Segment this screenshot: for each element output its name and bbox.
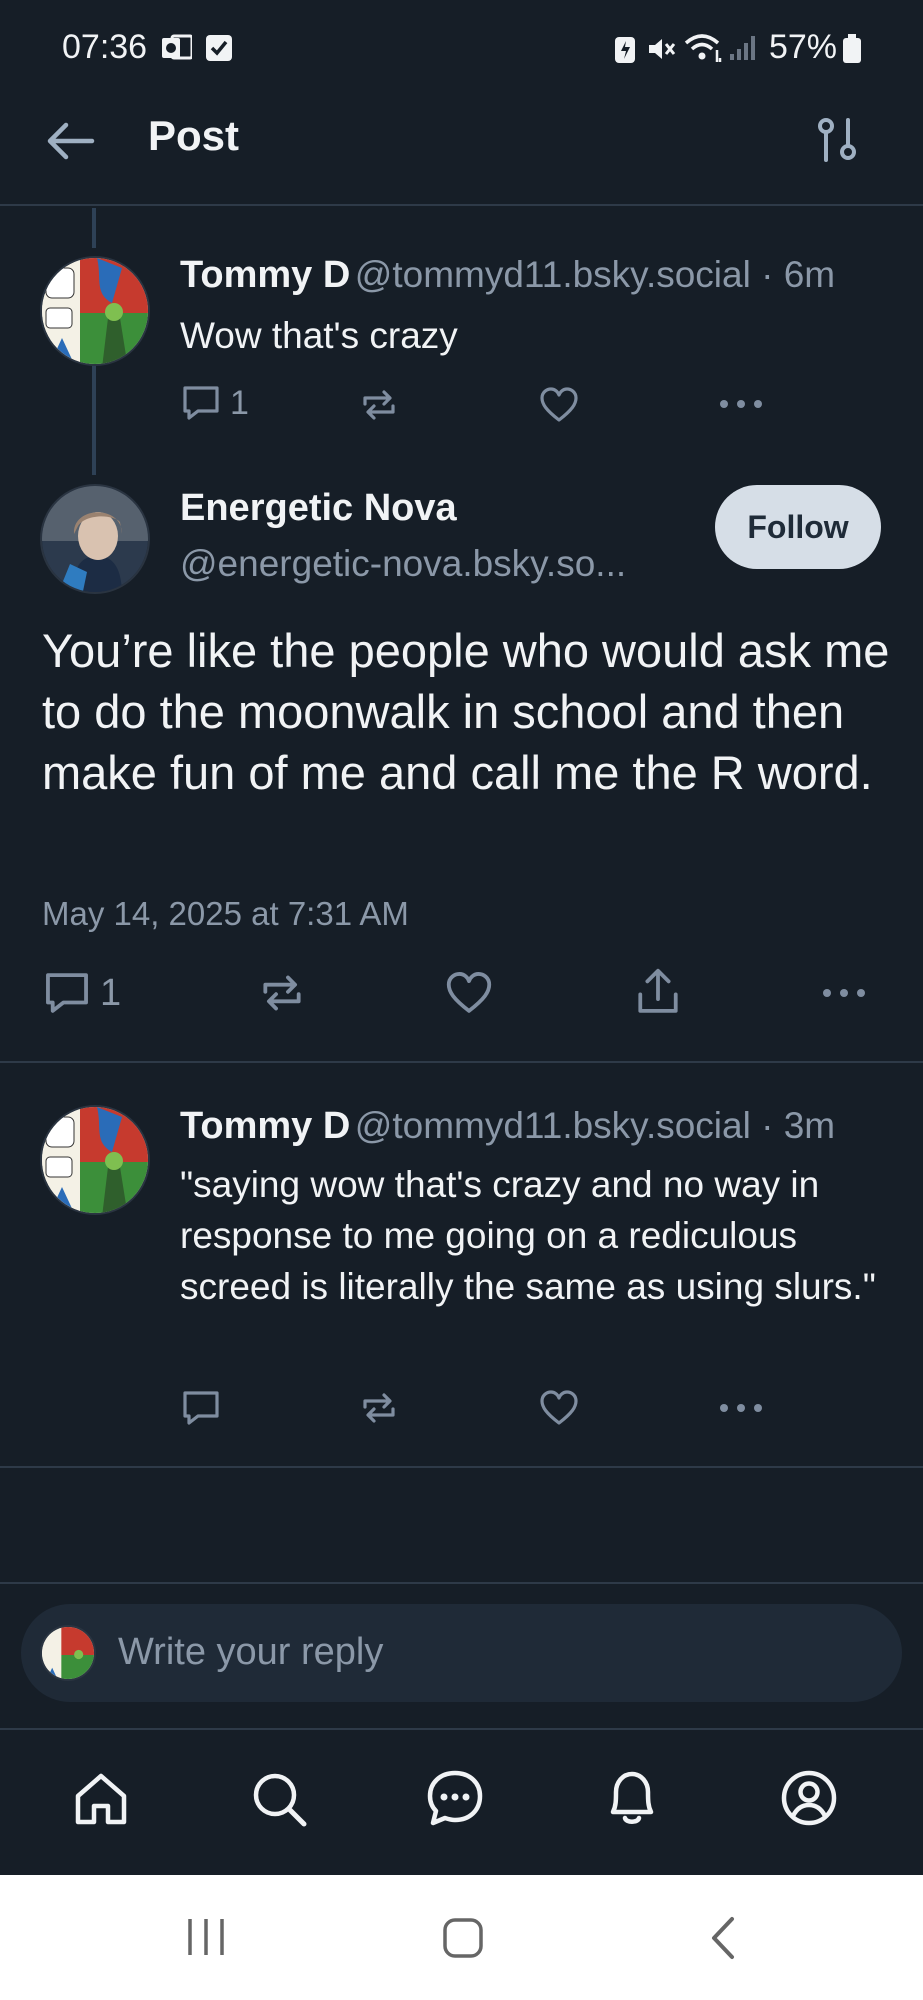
wifi-icon <box>684 32 724 64</box>
arrow-left-icon <box>47 122 95 160</box>
post-divider <box>0 1466 923 1468</box>
share-icon <box>638 968 678 1013</box>
author-name[interactable]: Tommy D <box>180 1105 350 1147</box>
repost-icon <box>263 975 301 1011</box>
author-handle: @energetic-nova.bsky.so... <box>180 543 627 584</box>
repost-button[interactable] <box>358 384 400 426</box>
system-nav-bar <box>0 1875 923 2000</box>
repost-icon <box>363 1393 395 1423</box>
author-handle: @tommyd11.bsky.social · 3m <box>354 1105 836 1146</box>
status-bar: 07:36 57% <box>0 0 923 95</box>
chevron-left-icon <box>712 1917 734 1959</box>
profile-icon <box>781 1770 837 1826</box>
more-options-button[interactable] <box>820 985 868 1001</box>
bell-icon <box>610 1771 654 1824</box>
author-handle: @tommyd11.bsky.social · 6m <box>354 254 836 295</box>
current-user-avatar <box>40 1625 96 1681</box>
comment-icon <box>183 1391 219 1425</box>
recent-apps-button[interactable] <box>185 1917 227 1957</box>
author-name[interactable]: Tommy D <box>180 254 350 296</box>
nav-search[interactable] <box>250 1770 308 1828</box>
reply-button[interactable]: 1 <box>180 382 249 426</box>
heart-icon <box>540 1390 578 1425</box>
post-text: Wow that's crazy <box>180 315 458 356</box>
post-parent[interactable]: Tommy D @tommyd11.bsky.social · 6m Wow t… <box>0 206 923 466</box>
author-name[interactable]: Energetic Nova <box>180 487 457 530</box>
heart-icon <box>540 387 578 422</box>
like-button[interactable] <box>444 968 494 1018</box>
home-icon <box>75 1773 127 1825</box>
comment-icon <box>46 973 88 1013</box>
comic-avatar-image <box>42 258 148 364</box>
reply-count: 1 <box>230 384 249 422</box>
ellipsis-icon <box>823 989 865 997</box>
battery-percent: 57% <box>768 28 837 66</box>
comic-avatar-image <box>42 1107 148 1213</box>
search-icon <box>253 1773 307 1827</box>
home-system-button[interactable] <box>442 1917 484 1959</box>
nav-notifications[interactable] <box>603 1768 661 1828</box>
share-button[interactable] <box>633 966 683 1018</box>
main-post-text: You’re like the people who would ask me … <box>42 624 890 799</box>
reply-count: 1 <box>100 972 122 1014</box>
nav-chat[interactable] <box>425 1768 485 1828</box>
mute-icon <box>646 34 676 64</box>
avatar[interactable] <box>40 484 150 594</box>
reply-button[interactable]: 1 <box>42 968 121 1018</box>
page-title: Post <box>148 112 240 159</box>
bottom-nav <box>0 1730 923 1875</box>
profile-photo <box>42 486 148 592</box>
back-system-button[interactable] <box>708 1915 738 1961</box>
post-timestamp: May 14, 2025 at 7:31 AM <box>42 895 409 932</box>
status-time: 07:36 <box>62 28 148 66</box>
post-text: "saying wow that's crazy and no way in r… <box>180 1164 876 1307</box>
reply-input-placeholder[interactable]: Write your reply <box>118 1631 383 1674</box>
avatar[interactable] <box>40 256 150 366</box>
reply-button[interactable] <box>180 1387 222 1429</box>
comment-icon <box>183 386 219 420</box>
nav-profile[interactable] <box>779 1768 839 1828</box>
checkbox-notification-icon <box>206 34 232 62</box>
composer-divider <box>0 1582 923 1584</box>
sliders-icon <box>818 118 856 162</box>
nav-home[interactable] <box>72 1770 130 1828</box>
recent-apps-icon <box>188 1919 224 1955</box>
heart-icon <box>446 972 492 1013</box>
battery-saver-icon <box>614 34 636 64</box>
home-square-icon <box>443 1918 483 1958</box>
like-button[interactable] <box>538 1387 580 1429</box>
thread-settings-button[interactable] <box>814 114 866 166</box>
more-options-button[interactable] <box>718 396 764 412</box>
avatar[interactable] <box>40 1105 150 1215</box>
battery-icon <box>842 34 862 64</box>
back-button[interactable] <box>44 114 104 168</box>
more-options-button[interactable] <box>718 1400 764 1416</box>
ellipsis-icon <box>720 400 762 408</box>
ellipsis-icon <box>720 1404 762 1412</box>
follow-button[interactable]: Follow <box>715 485 881 569</box>
repost-button[interactable] <box>358 1387 400 1429</box>
signal-icon <box>728 32 758 62</box>
chat-icon <box>427 1770 483 1826</box>
repost-button[interactable] <box>257 968 307 1018</box>
post-reply[interactable]: Tommy D @tommyd11.bsky.social · 3m "sayi… <box>0 1063 923 1466</box>
outlook-notification-icon <box>162 34 192 62</box>
repost-icon <box>363 390 395 420</box>
like-button[interactable] <box>538 384 580 426</box>
